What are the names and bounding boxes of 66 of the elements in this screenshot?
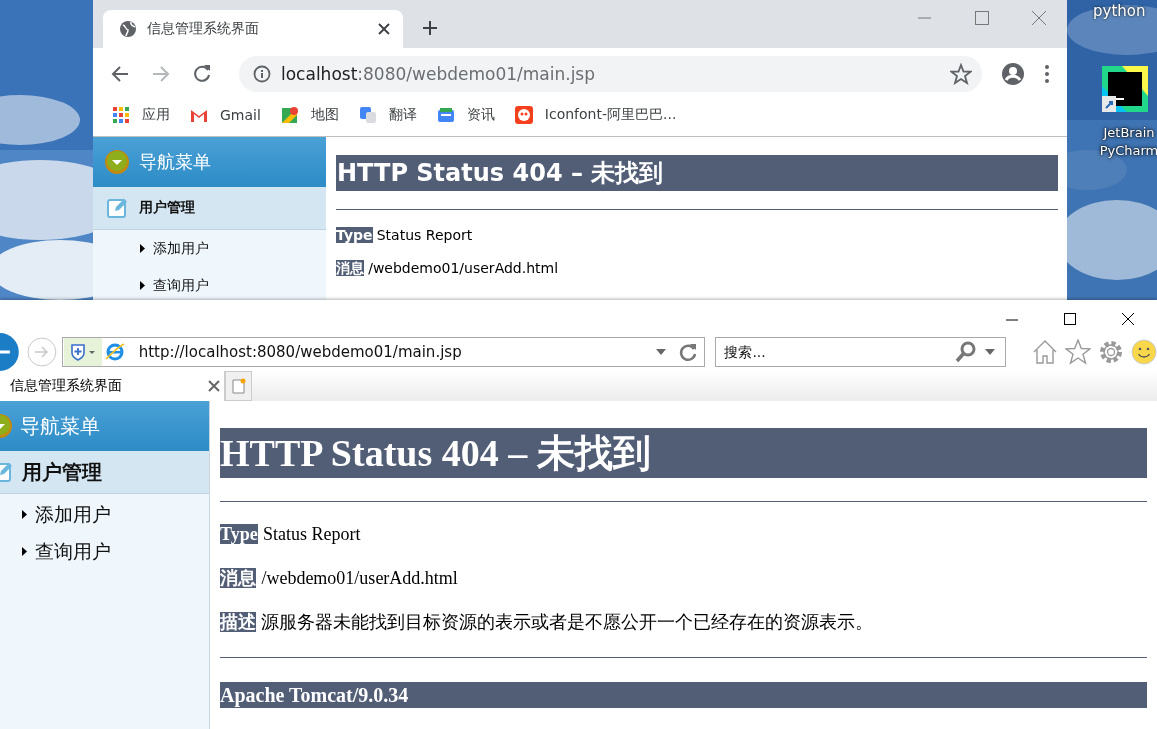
field-label: 消息 [336, 260, 364, 276]
browser-tab[interactable]: 信息管理系统界面 [0, 371, 225, 401]
star-icon[interactable] [1065, 339, 1091, 365]
search-icon[interactable] [955, 341, 977, 363]
menu-item[interactable]: 添加用户 [93, 230, 326, 267]
field-label: 消息 [220, 568, 256, 588]
map-icon [280, 106, 299, 124]
search-field[interactable]: 搜索... [715, 337, 1006, 367]
smiley-icon[interactable] [1131, 339, 1157, 365]
new-tab-icon [231, 378, 246, 394]
caret-icon [105, 150, 129, 174]
triangle-icon [140, 281, 145, 290]
triangle-icon [22, 510, 27, 519]
mascot-icon [514, 106, 533, 124]
menu-group[interactable]: 用户管理 [0, 451, 209, 494]
field-value: 源服务器未能找到目标资源的表示或者是不愿公开一个已经存在的资源表示。 [261, 612, 874, 632]
globe-icon [119, 20, 137, 38]
news-icon [436, 106, 455, 124]
caret-icon[interactable] [985, 349, 995, 355]
browser-tab[interactable]: 信息管理系统界面 [103, 10, 403, 48]
field-value: /webdemo01/userAdd.html [261, 568, 458, 588]
sidebar-title: 导航菜单 [139, 150, 211, 174]
bookmark[interactable]: Iconfont-阿里巴巴... [514, 106, 677, 124]
settings-icon[interactable] [1098, 339, 1124, 365]
close-icon[interactable] [377, 22, 391, 36]
menu-item[interactable]: 添加用户 [0, 496, 209, 533]
bookmark[interactable]: 资讯 [436, 106, 495, 124]
sidebar-title: 导航菜单 [20, 412, 100, 440]
field-value: Status Report [376, 227, 473, 243]
desktop-label: python [1093, 2, 1146, 20]
app-icon [1102, 66, 1148, 112]
shield-icon[interactable] [63, 338, 102, 366]
apps-icon [112, 106, 130, 124]
browser-logo-icon [104, 342, 125, 362]
address-bar[interactable]: localhost:8080/webdemo01/main.jsp [239, 56, 982, 92]
triangle-icon [22, 547, 27, 556]
refresh-icon[interactable] [678, 342, 699, 362]
translate-icon [358, 106, 377, 124]
bookmark[interactable]: 翻译 [358, 106, 417, 124]
bookmark[interactable]: Gmail [190, 106, 261, 124]
field-value: /webdemo01/userAdd.html [368, 260, 559, 276]
field-label: Type [336, 227, 373, 243]
error-heading: HTTP Status 404 – 未找到 [336, 155, 1058, 191]
server-version: Apache Tomcat/9.0.34 [220, 682, 1147, 708]
field-label: Type [220, 524, 258, 544]
bookmark[interactable]: 应用 [112, 106, 170, 124]
caret-icon[interactable] [656, 349, 667, 355]
menu-item[interactable]: 查询用户 [0, 533, 209, 570]
star-icon[interactable] [950, 63, 972, 85]
field-value: Status Report [263, 524, 361, 544]
field-label: 描述 [220, 612, 256, 632]
close-icon[interactable] [208, 380, 220, 392]
info-icon [253, 65, 271, 83]
shortcut-label[interactable]: JetBrain PyCharm [1099, 124, 1157, 160]
address-bar[interactable]: http://localhost:8080/webdemo01/main.jsp [61, 337, 706, 367]
home-icon[interactable] [1032, 339, 1058, 365]
error-heading: HTTP Status 404 – 未找到 [220, 428, 1147, 478]
menu-group[interactable]: 用户管理 [93, 187, 326, 230]
triangle-icon [140, 244, 145, 253]
edit-icon [107, 197, 129, 219]
plus-icon[interactable] [422, 20, 438, 36]
menu-icon[interactable] [1044, 64, 1050, 84]
bookmark[interactable]: 地图 [280, 106, 339, 124]
search-input[interactable]: 搜索... [716, 343, 947, 361]
account-icon[interactable] [1001, 62, 1025, 86]
menu-item[interactable]: 查询用户 [93, 267, 326, 300]
